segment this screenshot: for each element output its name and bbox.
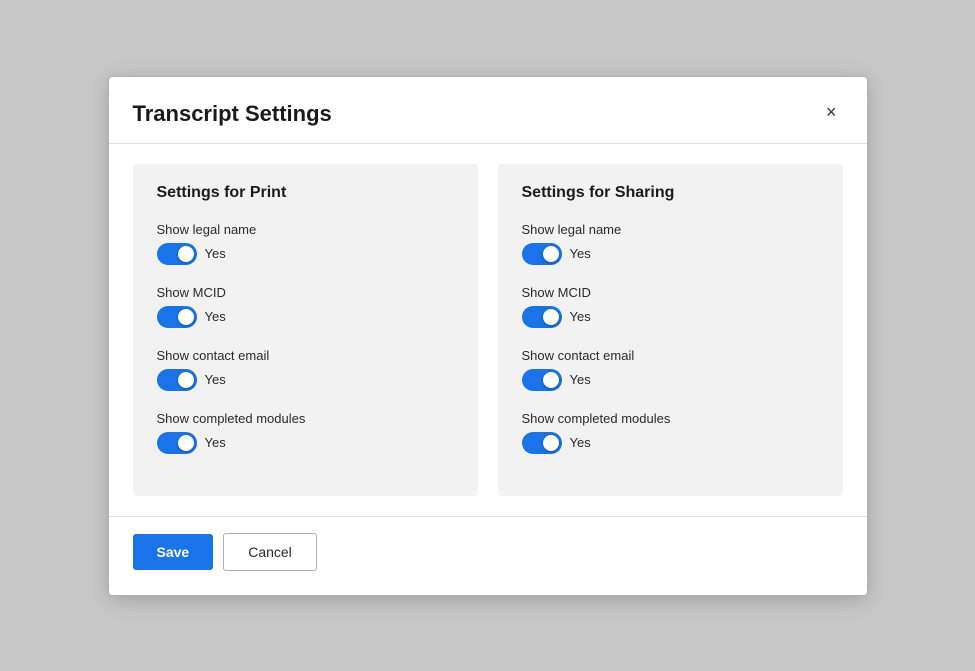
print-completed-modules-toggle[interactable] — [157, 432, 197, 454]
sharing-completed-modules-item: Show completed modules Yes — [522, 411, 819, 454]
sharing-mcid-toggle[interactable] — [522, 306, 562, 328]
print-legal-name-thumb — [178, 246, 194, 262]
print-settings-panel: Settings for Print Show legal name Yes S… — [133, 164, 478, 496]
sharing-completed-modules-thumb — [543, 435, 559, 451]
print-contact-email-yes-label: Yes — [205, 372, 226, 387]
dialog-title: Transcript Settings — [133, 101, 332, 127]
print-completed-modules-track — [157, 432, 197, 454]
print-mcid-toggle[interactable] — [157, 306, 197, 328]
print-legal-name-toggle-row: Yes — [157, 243, 454, 265]
sharing-contact-email-yes-label: Yes — [570, 372, 591, 387]
sharing-contact-email-toggle-row: Yes — [522, 369, 819, 391]
print-legal-name-label: Show legal name — [157, 222, 454, 237]
print-completed-modules-yes-label: Yes — [205, 435, 226, 450]
sharing-legal-name-label: Show legal name — [522, 222, 819, 237]
print-contact-email-thumb — [178, 372, 194, 388]
print-panel-title: Settings for Print — [157, 184, 454, 202]
sharing-mcid-item: Show MCID Yes — [522, 285, 819, 328]
sharing-mcid-label: Show MCID — [522, 285, 819, 300]
sharing-legal-name-item: Show legal name Yes — [522, 222, 819, 265]
sharing-mcid-yes-label: Yes — [570, 309, 591, 324]
print-contact-email-toggle-row: Yes — [157, 369, 454, 391]
transcript-settings-dialog: Transcript Settings × Settings for Print… — [108, 76, 868, 596]
sharing-contact-email-toggle[interactable] — [522, 369, 562, 391]
save-button[interactable]: Save — [133, 534, 214, 570]
print-mcid-thumb — [178, 309, 194, 325]
print-completed-modules-item: Show completed modules Yes — [157, 411, 454, 454]
sharing-contact-email-label: Show contact email — [522, 348, 819, 363]
print-mcid-item: Show MCID Yes — [157, 285, 454, 328]
print-mcid-toggle-row: Yes — [157, 306, 454, 328]
sharing-mcid-track — [522, 306, 562, 328]
print-legal-name-track — [157, 243, 197, 265]
print-mcid-track — [157, 306, 197, 328]
cancel-button[interactable]: Cancel — [223, 533, 317, 571]
print-contact-email-item: Show contact email Yes — [157, 348, 454, 391]
sharing-contact-email-thumb — [543, 372, 559, 388]
print-completed-modules-thumb — [178, 435, 194, 451]
sharing-completed-modules-label: Show completed modules — [522, 411, 819, 426]
print-mcid-label: Show MCID — [157, 285, 454, 300]
print-legal-name-item: Show legal name Yes — [157, 222, 454, 265]
sharing-legal-name-thumb — [543, 246, 559, 262]
sharing-contact-email-track — [522, 369, 562, 391]
print-completed-modules-label: Show completed modules — [157, 411, 454, 426]
print-contact-email-track — [157, 369, 197, 391]
print-contact-email-toggle[interactable] — [157, 369, 197, 391]
sharing-legal-name-track — [522, 243, 562, 265]
print-completed-modules-toggle-row: Yes — [157, 432, 454, 454]
sharing-completed-modules-toggle[interactable] — [522, 432, 562, 454]
sharing-mcid-toggle-row: Yes — [522, 306, 819, 328]
print-legal-name-toggle[interactable] — [157, 243, 197, 265]
sharing-legal-name-toggle[interactable] — [522, 243, 562, 265]
print-mcid-yes-label: Yes — [205, 309, 226, 324]
print-legal-name-yes-label: Yes — [205, 246, 226, 261]
dialog-header: Transcript Settings × — [109, 77, 867, 144]
sharing-legal-name-toggle-row: Yes — [522, 243, 819, 265]
dialog-footer: Save Cancel — [109, 516, 867, 595]
sharing-completed-modules-track — [522, 432, 562, 454]
sharing-mcid-thumb — [543, 309, 559, 325]
sharing-completed-modules-yes-label: Yes — [570, 435, 591, 450]
sharing-settings-panel: Settings for Sharing Show legal name Yes… — [498, 164, 843, 496]
sharing-panel-title: Settings for Sharing — [522, 184, 819, 202]
sharing-completed-modules-toggle-row: Yes — [522, 432, 819, 454]
print-contact-email-label: Show contact email — [157, 348, 454, 363]
close-button[interactable]: × — [820, 101, 843, 123]
dialog-body: Settings for Print Show legal name Yes S… — [109, 144, 867, 516]
sharing-contact-email-item: Show contact email Yes — [522, 348, 819, 391]
sharing-legal-name-yes-label: Yes — [570, 246, 591, 261]
